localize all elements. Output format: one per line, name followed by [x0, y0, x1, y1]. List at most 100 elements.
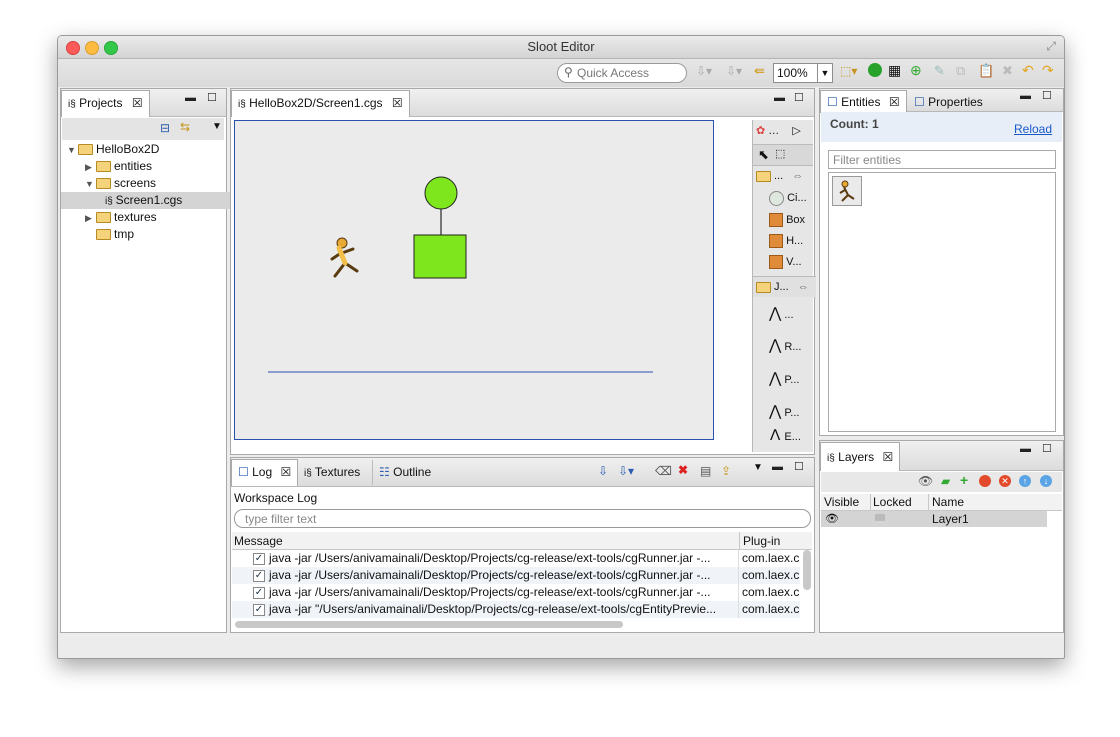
close-icon[interactable]: ☒: [392, 96, 403, 110]
maximize-view-icon[interactable]: ☐: [794, 460, 804, 473]
column-name[interactable]: Name: [932, 495, 964, 509]
palette-item-v[interactable]: V...: [769, 252, 802, 272]
vertical-scrollbar[interactable]: [803, 550, 811, 590]
reload-link[interactable]: Reload: [1014, 122, 1052, 136]
maximize-view-icon[interactable]: ☐: [1042, 89, 1052, 102]
tab-screen1[interactable]: i§ HelloBox2D/Screen1.cgs ☒: [231, 90, 410, 117]
tree-item-tmp[interactable]: tmp: [67, 226, 227, 243]
close-icon[interactable]: ☒: [132, 96, 143, 110]
running-man-sprite[interactable]: [330, 237, 359, 278]
tab-textures[interactable]: i§ Textures: [298, 460, 366, 485]
minimize-view-icon[interactable]: ▬: [1020, 90, 1031, 102]
move-layer-up-icon[interactable]: ↑: [1019, 475, 1031, 487]
fullscreen-icon[interactable]: ⤢: [1046, 39, 1056, 54]
horizontal-scrollbar[interactable]: [235, 621, 623, 628]
lock-toggle-icon[interactable]: [875, 514, 885, 521]
back-arrow-icon[interactable]: ⇚: [754, 63, 765, 79]
entity-thumbnail[interactable]: [832, 176, 862, 206]
visibility-icon[interactable]: 👁: [918, 474, 933, 488]
palette-joint-3[interactable]: ⋀ P...: [769, 369, 799, 389]
expanded-icon[interactable]: ▼: [67, 142, 78, 159]
collapse-all-icon[interactable]: ⊟: [160, 121, 170, 135]
column-plugin[interactable]: Plug-in: [743, 534, 780, 548]
log-filter-input[interactable]: type filter text: [234, 509, 811, 528]
column-locked[interactable]: Locked: [873, 495, 912, 509]
circle-body[interactable]: [424, 176, 458, 210]
new-entity-icon[interactable]: ⬚▾: [840, 64, 857, 78]
collapsed-icon[interactable]: ▶: [85, 210, 96, 227]
collapse-group-icon[interactable]: ⇔: [792, 170, 803, 182]
add-document-icon[interactable]: ⊕: [910, 62, 922, 79]
select-tool-icon[interactable]: ⬉: [758, 147, 769, 163]
checkbox-checked-icon[interactable]: ✓: [253, 569, 265, 582]
clear-log-icon[interactable]: ⌫: [655, 464, 672, 478]
delete-log-icon[interactable]: ✖: [678, 463, 688, 477]
minimize-view-icon[interactable]: ▬: [772, 461, 783, 473]
grid-icon[interactable]: ▦: [888, 62, 901, 79]
close-icon[interactable]: ☒: [883, 450, 894, 464]
table-row[interactable]: ✓ java -jar /Users/anivamainali/Desktop/P…: [232, 584, 800, 601]
tab-outline[interactable]: ☷ Outline: [372, 460, 437, 485]
minimize-view-icon[interactable]: ▬: [774, 92, 785, 104]
tab-entities[interactable]: ☐ Entities ☒: [820, 90, 907, 113]
collapsed-icon[interactable]: ▶: [85, 159, 96, 176]
minimize-view-icon[interactable]: ▬: [1020, 443, 1031, 455]
tree-item-textures[interactable]: ▶ textures: [67, 209, 227, 226]
palette-item-h[interactable]: H...: [769, 231, 803, 251]
minimize-view-icon[interactable]: ▬: [185, 92, 196, 104]
palette-joint-5[interactable]: ⋀ E...: [769, 426, 801, 440]
tab-layers[interactable]: i§ Layers ☒: [820, 442, 901, 471]
palette-joint-2[interactable]: ⋀ R...: [769, 336, 802, 356]
palette-item-box[interactable]: Box: [769, 210, 805, 230]
undo-icon[interactable]: ↶: [1022, 62, 1034, 79]
close-icon[interactable]: ☒: [280, 465, 291, 479]
checkbox-checked-icon[interactable]: ✓: [253, 552, 265, 565]
column-message[interactable]: Message: [234, 534, 283, 548]
tree-item-root[interactable]: ▼ HelloBox2D: [67, 141, 227, 158]
palette-expand-icon[interactable]: ▷: [792, 125, 800, 137]
view-menu-icon[interactable]: ▼: [212, 121, 222, 132]
entities-filter-input[interactable]: Filter entities: [828, 150, 1056, 169]
view-menu-icon[interactable]: ▼: [753, 462, 763, 473]
palette-joint-4[interactable]: ⋀ P...: [769, 402, 799, 422]
table-row[interactable]: ✓ java -jar /Users/anivamainali/Desktop/P…: [232, 567, 800, 584]
chevron-down-icon[interactable]: ▼: [817, 64, 832, 82]
tab-log[interactable]: ☐ Log ☒: [231, 459, 299, 486]
box-body[interactable]: [413, 234, 467, 279]
import-log-icon[interactable]: ⇩▾: [618, 464, 634, 478]
quick-access-field[interactable]: ⚲ Quick Access: [557, 63, 687, 83]
palette-group-shapes[interactable]: ... ⇔: [756, 166, 803, 186]
table-row[interactable]: ✓ java -jar "/Users/anivamainali/Desktop/…: [232, 601, 800, 618]
open-log-icon[interactable]: ▤: [700, 464, 711, 478]
add-layer-icon[interactable]: +: [960, 472, 968, 488]
link-editor-icon[interactable]: ⇆: [180, 120, 190, 134]
lock-icon[interactable]: ▰: [941, 474, 950, 488]
palette-group-joints[interactable]: J... ⇔: [753, 276, 816, 297]
restore-log-icon[interactable]: ⇪: [721, 464, 731, 478]
remove-layer-icon[interactable]: [979, 475, 991, 487]
table-row[interactable]: 👁 Layer1: [821, 511, 1047, 527]
checkbox-checked-icon[interactable]: ✓: [253, 603, 265, 616]
minimize-window-button[interactable]: [85, 41, 99, 55]
delete-layer-icon[interactable]: ✕: [999, 475, 1011, 487]
close-window-button[interactable]: [66, 41, 80, 55]
close-icon[interactable]: ☒: [889, 95, 900, 109]
tab-properties[interactable]: ☐ Properties: [908, 91, 989, 113]
table-row[interactable]: ✓ java -jar /Users/anivamainali/Desktop/P…: [232, 550, 800, 567]
maximize-view-icon[interactable]: ☐: [794, 91, 804, 104]
tree-item-screens[interactable]: ▼ screens: [67, 175, 227, 192]
checkbox-checked-icon[interactable]: ✓: [253, 586, 265, 599]
tree-item-entities[interactable]: ▶ entities: [67, 158, 227, 175]
zoom-select[interactable]: 100% ▼: [773, 63, 833, 83]
palette-joint-1[interactable]: ⋀ ...: [769, 304, 794, 324]
zoom-window-button[interactable]: [104, 41, 118, 55]
move-layer-down-icon[interactable]: ↓: [1040, 475, 1052, 487]
redo-icon[interactable]: ↷: [1042, 62, 1054, 79]
column-visible[interactable]: Visible: [824, 495, 859, 509]
collapse-group-icon[interactable]: ⇔: [798, 281, 809, 293]
expanded-icon[interactable]: ▼: [85, 176, 96, 193]
maximize-view-icon[interactable]: ☐: [1042, 442, 1052, 455]
tab-projects[interactable]: i§ Projects ☒: [61, 90, 150, 117]
palette-item-circle[interactable]: Ci...: [769, 188, 807, 208]
run-icon[interactable]: [868, 63, 882, 77]
